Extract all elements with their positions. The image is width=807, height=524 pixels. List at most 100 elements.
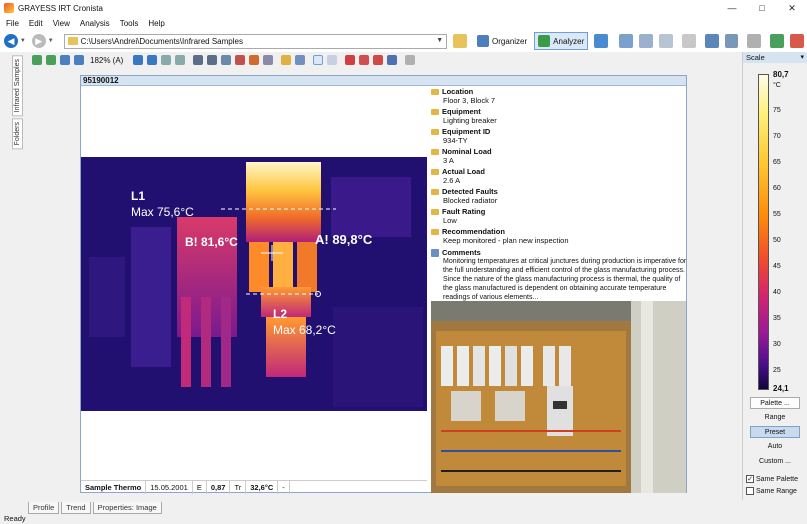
- property-equipment-id: Equipment ID 934-TY: [431, 127, 687, 146]
- tab-infrared-samples[interactable]: Infrared Samples: [12, 55, 23, 117]
- refresh-icon[interactable]: [594, 34, 609, 48]
- folder-up-icon[interactable]: [453, 34, 468, 48]
- menu-file[interactable]: File: [6, 19, 19, 28]
- zoom-in-icon[interactable]: [133, 55, 144, 65]
- isotherm-icon[interactable]: [249, 55, 260, 65]
- previous-image-icon[interactable]: [32, 55, 42, 65]
- close-icon[interactable]: ✕: [777, 0, 807, 16]
- pin-icon[interactable]: ▾: [800, 52, 804, 63]
- color-scale-bar[interactable]: [758, 74, 769, 390]
- auto-button[interactable]: Auto: [750, 441, 800, 453]
- highlight-icon[interactable]: [281, 55, 292, 65]
- comments-text[interactable]: Monitoring temperatures at critical junc…: [431, 257, 687, 302]
- image-id-header: 95190012: [81, 76, 686, 86]
- scale-tick-label: 40: [773, 289, 781, 296]
- paste-icon[interactable]: [658, 34, 673, 48]
- fit-icon[interactable]: [74, 55, 84, 65]
- panel-photo: [431, 301, 686, 493]
- forward-dropdown-icon[interactable]: ▼: [48, 38, 54, 44]
- measure-icon[interactable]: [263, 55, 274, 65]
- folder-icon: [431, 108, 439, 115]
- range-button[interactable]: Range: [750, 412, 800, 424]
- property-value[interactable]: Low: [431, 216, 687, 226]
- property-value[interactable]: Floor 3, Block 7: [431, 96, 687, 106]
- delete-icon[interactable]: [747, 34, 762, 48]
- zoom-select[interactable]: 182% (A): [90, 56, 123, 65]
- remove-marker-icon[interactable]: [405, 55, 416, 65]
- property-value[interactable]: Keep monitored - plan new inspection: [431, 236, 687, 246]
- property-value[interactable]: 934-TY: [431, 136, 687, 146]
- export-icon[interactable]: [704, 34, 719, 48]
- palette-icon[interactable]: [790, 34, 805, 48]
- copy-icon[interactable]: [639, 34, 653, 48]
- folder-icon: [431, 168, 439, 175]
- grid-icon[interactable]: [221, 55, 232, 65]
- split-icon[interactable]: [207, 55, 218, 65]
- maximize-icon[interactable]: □: [747, 0, 777, 16]
- layout-icon[interactable]: [193, 55, 204, 65]
- rotate-right-icon[interactable]: [175, 55, 186, 65]
- save-icon[interactable]: [60, 55, 70, 65]
- menu-help[interactable]: Help: [148, 19, 164, 28]
- visual-photo[interactable]: [431, 301, 686, 493]
- text-tool-icon[interactable]: [327, 55, 338, 65]
- tab-properties-image[interactable]: Properties: Image: [92, 502, 162, 514]
- report-icon[interactable]: [681, 34, 696, 48]
- reflected-temp-value[interactable]: 32,6°C: [246, 480, 279, 494]
- scale-tick-label: 25: [773, 367, 781, 374]
- custom-button[interactable]: Custom ...: [750, 456, 800, 468]
- checkbox-box: ✓: [746, 475, 754, 483]
- rotate-left-icon[interactable]: [161, 55, 172, 65]
- scale-tick-label: 50: [773, 237, 781, 244]
- preset-button[interactable]: Preset: [750, 426, 800, 438]
- extra-value[interactable]: -: [278, 480, 290, 494]
- property-value[interactable]: 2.6 A: [431, 176, 687, 186]
- info-icon[interactable]: [295, 55, 306, 65]
- zoom-out-icon[interactable]: [147, 55, 158, 65]
- scale-max[interactable]: 80,7: [773, 70, 789, 79]
- property-detected-faults: Detected Faults Blocked radiator: [431, 187, 687, 206]
- emissivity-value[interactable]: 0,87: [207, 480, 231, 494]
- color-icon[interactable]: [235, 55, 246, 65]
- menu-tools[interactable]: Tools: [120, 19, 139, 28]
- back-icon[interactable]: ◀: [4, 34, 18, 48]
- print-icon[interactable]: [724, 34, 739, 48]
- status-bar: Ready: [4, 514, 26, 523]
- property-label: Detected Faults: [442, 187, 498, 196]
- menu-view[interactable]: View: [53, 19, 70, 28]
- path-field[interactable]: C:\Users\Andrei\Documents\Infrared Sampl…: [63, 33, 448, 49]
- thermal-image[interactable]: L1 Max 75,6°C B! 81,6°C A! 89,8°C L2 Max…: [81, 157, 427, 411]
- spot-tool-icon[interactable]: [345, 55, 356, 65]
- organizer-button[interactable]: Organizer: [473, 32, 531, 50]
- tab-folders[interactable]: Folders: [12, 118, 23, 150]
- menu-analysis[interactable]: Analysis: [80, 19, 110, 28]
- font-tool-icon[interactable]: [387, 55, 398, 65]
- menu-edit[interactable]: Edit: [29, 19, 43, 28]
- palette-button[interactable]: Palette ...: [750, 397, 800, 409]
- property-value[interactable]: Lighting breaker: [431, 116, 687, 126]
- next-image-icon[interactable]: [46, 55, 56, 65]
- select-cursor-icon[interactable]: [313, 55, 324, 65]
- import-icon[interactable]: [619, 34, 634, 48]
- property-value[interactable]: Blocked radiator: [431, 196, 687, 206]
- tab-profile[interactable]: Profile: [28, 502, 60, 514]
- analyzer-button[interactable]: Analyzer: [534, 32, 589, 50]
- forward-icon[interactable]: ▶: [31, 34, 46, 48]
- same-range-checkbox[interactable]: Same Range: [746, 487, 797, 495]
- organizer-label: Organizer: [492, 36, 528, 46]
- l1-name-label: L1: [131, 189, 146, 203]
- property-nominal-load: Nominal Load 3 A: [431, 147, 687, 166]
- chart-icon[interactable]: [770, 34, 785, 48]
- title-bar: GRAYESS IRT Cronista — □ ✕: [0, 0, 807, 16]
- minimize-icon[interactable]: —: [717, 0, 747, 16]
- back-dropdown-icon[interactable]: ▼: [20, 38, 26, 44]
- property-actual-load: Actual Load 2.6 A: [431, 167, 687, 186]
- scale-tick-label: 75: [773, 107, 781, 114]
- same-palette-checkbox[interactable]: ✓ Same Palette: [746, 475, 798, 483]
- property-value[interactable]: 3 A: [431, 156, 687, 166]
- scale-min[interactable]: 24,1: [773, 384, 789, 393]
- line-tool-icon[interactable]: [359, 55, 370, 65]
- tab-trend[interactable]: Trend: [61, 502, 91, 514]
- chevron-down-icon[interactable]: ▼: [436, 37, 443, 44]
- area-tool-icon[interactable]: [373, 55, 384, 65]
